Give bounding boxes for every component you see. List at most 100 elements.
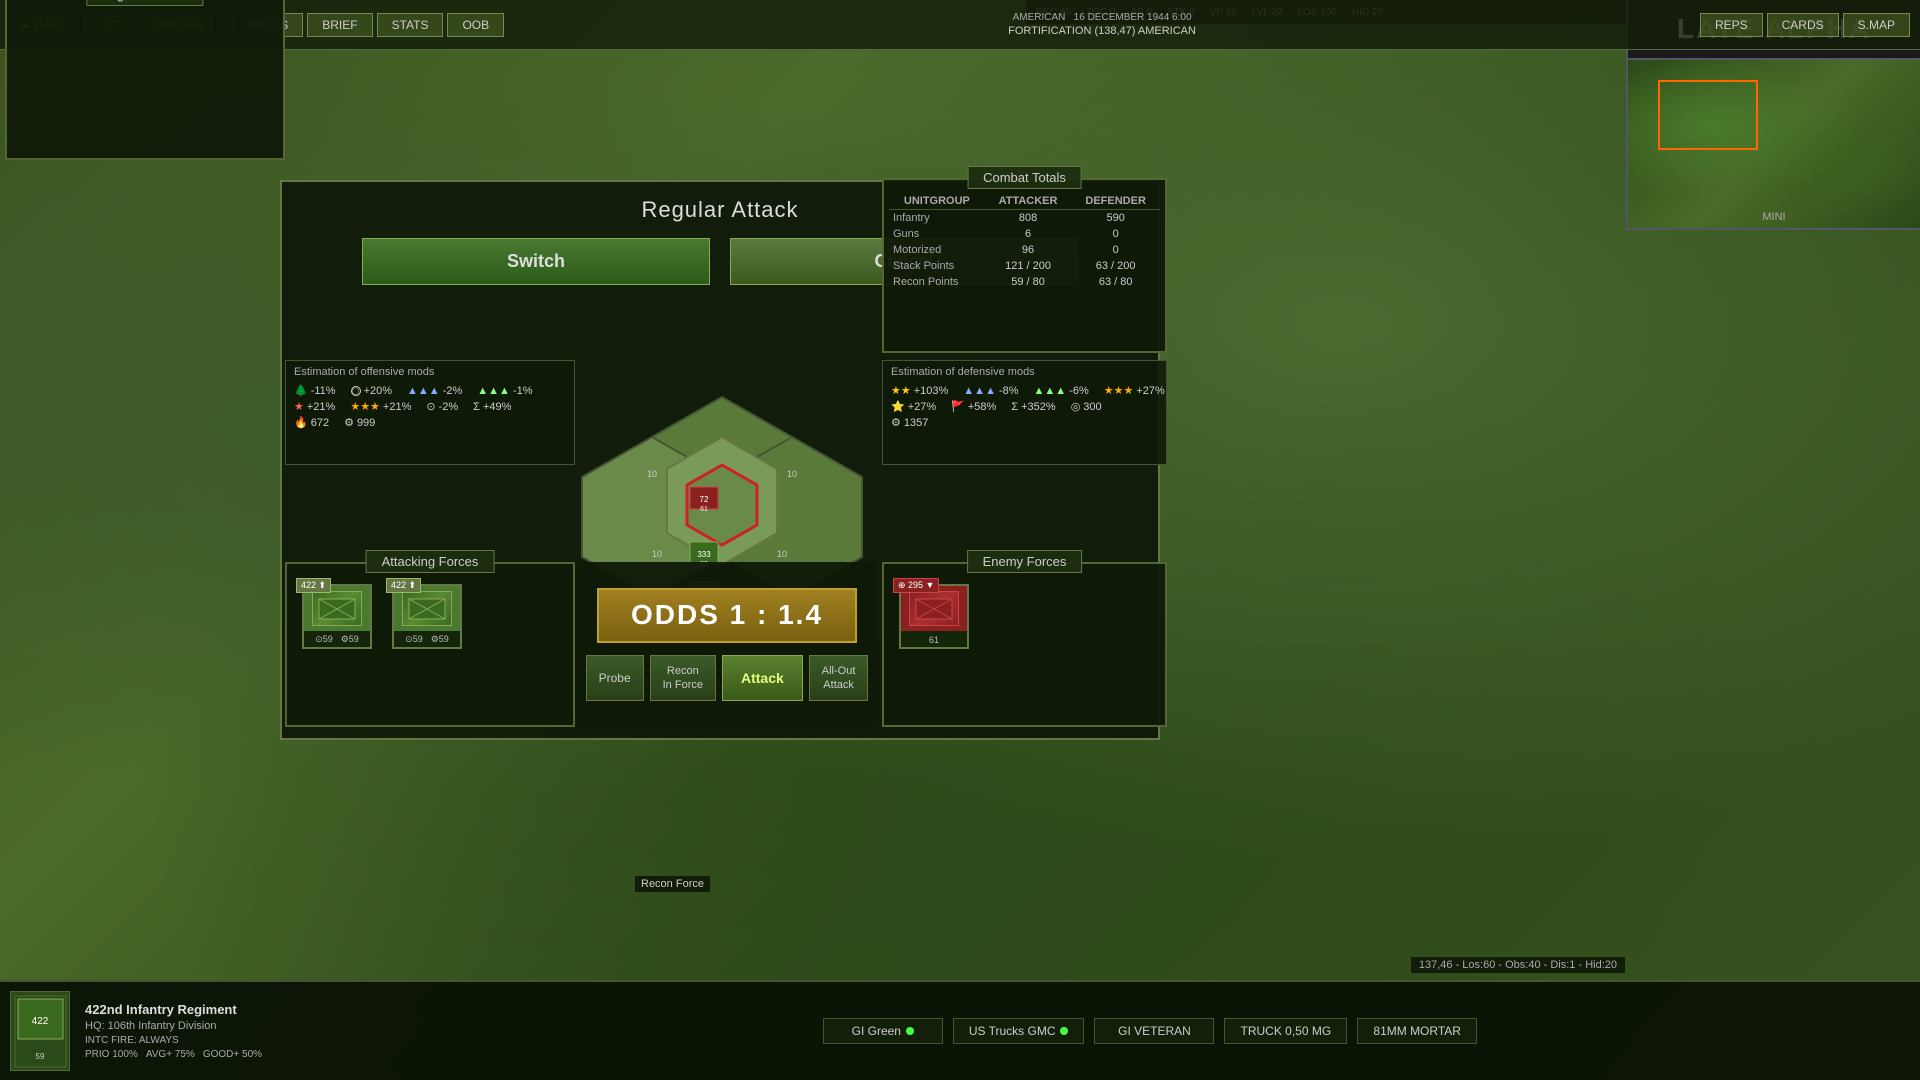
us-trucks-value: US Trucks GMC [969, 1024, 1069, 1038]
row-guns-label: Guns [889, 226, 985, 242]
unit1-stat2: ⚙59 [341, 634, 359, 645]
svg-text:10: 10 [647, 469, 657, 479]
svg-text:333: 333 [697, 550, 711, 559]
mortar-item: 81MM MORTAR [1357, 1018, 1477, 1044]
svg-text:72: 72 [700, 495, 709, 504]
table-row: Stack Points 121 / 200 63 / 200 [889, 258, 1160, 274]
est-defensive-row2: ⭐ +27% 🚩 +58% Σ +352% ◎ 300 [891, 400, 1158, 413]
combat-totals-panel: Combat Totals UNITGROUP ATTACKER DEFENDE… [882, 178, 1167, 353]
est-offensive-row2: ★ +21% ★★★ +21% ⊙ -2% Σ +49% [294, 400, 566, 413]
us-trucks-label: US Trucks GMC [969, 1024, 1056, 1038]
unit2-portrait [402, 591, 452, 626]
minimap-viewport-rect [1658, 80, 1758, 150]
tri-def-modifier1: ▲▲▲ -8% [963, 384, 1018, 397]
boot-icon: ⚙ [344, 416, 354, 429]
odds-text: ODDS 1 : 1.4 [631, 599, 823, 631]
est-offensive-row3: 🔥 672 ⚙ 999 [294, 416, 566, 429]
row-stack-attacker: 121 / 200 [985, 258, 1072, 274]
recon-force-label: Recon Force [635, 876, 710, 892]
odds-display-box: ODDS 1 : 1.4 [597, 588, 857, 643]
us-trucks-dot [1060, 1027, 1068, 1035]
tri-modifier1: ▲▲▲ -2% [407, 384, 462, 397]
est-defensive-row3: ⚙ 1357 [891, 416, 1158, 429]
probe-button[interactable]: Probe [586, 655, 644, 702]
triangle-icon1: ▲▲▲ [407, 385, 440, 397]
topbar-center: AMERICAN 16 DECEMBER 1944 6:00 FORTIFICA… [514, 12, 1690, 37]
topbar: ☁ Overc. ○ 0 °C ☀ Morning PREFS BRIEF ST… [0, 0, 1920, 50]
oob-button[interactable]: OOB [447, 13, 504, 37]
smap-button[interactable]: S.MAP [1843, 13, 1910, 37]
star-modifier: ★★★ +21% [350, 400, 411, 413]
row-infantry-label: Infantry [889, 210, 985, 227]
fortification-display: FORTIFICATION (138,47) AMERICAN [514, 25, 1690, 37]
row-motorized-defender: 0 [1071, 242, 1160, 258]
boot2-icon: ⚙ [891, 416, 901, 429]
table-row: Infantry 808 590 [889, 210, 1160, 227]
bottom-bar: 422 59 422nd Infantry Regiment HQ: 106th… [0, 980, 1920, 1080]
brief-button[interactable]: BRIEF [307, 13, 372, 37]
star3-def-modifier: ★★★ +27% [1104, 384, 1165, 397]
gi-veteran-item: GI VETERAN [1094, 1018, 1214, 1044]
svg-text:422: 422 [31, 1016, 48, 1027]
sum-def-icon: Σ [1011, 401, 1018, 413]
table-row: Guns 6 0 [889, 226, 1160, 242]
combat-table: UNITGROUP ATTACKER DEFENDER Infantry 808… [884, 188, 1165, 295]
truck-mg-value: TRUCK 0,50 MG [1240, 1024, 1331, 1038]
est-offensive-title: Estimation of offensive mods [294, 366, 566, 378]
col-unitgroup: UNITGROUP [889, 193, 985, 210]
svg-text:10: 10 [787, 469, 797, 479]
unit-bottom-stats2: PRIO 100% AVG+ 75% GOOD+ 50% [85, 1049, 262, 1060]
truck-mg-item: TRUCK 0,50 MG [1224, 1018, 1347, 1044]
tri-def-icon2: ▲▲▲ [1034, 385, 1067, 397]
unit2-stat1: ⊙59 [405, 634, 423, 645]
allout-attack-button[interactable]: All-Out Attack [809, 655, 869, 702]
cards-button[interactable]: CARDS [1767, 13, 1839, 37]
circle-modifier: ◯ +20% [351, 384, 392, 397]
reps-button[interactable]: REPS [1700, 13, 1763, 37]
attacking-units-container: 422 ⬆ ⊙59 ⚙59 422 ⬆ [287, 564, 573, 669]
attacking-unit-2[interactable]: 422 ⬆ ⊙59 ⚙59 [392, 584, 462, 649]
unit1-badge: 422 ⬆ [296, 578, 331, 593]
fire-value: 🔥 672 [294, 416, 329, 429]
eligible-forces-panel: Eligible Forces [5, 0, 285, 160]
unit2-badge: 422 ⬆ [386, 578, 421, 593]
tri-modifier2: ▲▲▲ -1% [477, 384, 532, 397]
attack-button[interactable]: Attack [722, 655, 803, 702]
unit-hq: HQ: 106th Infantry Division [85, 1020, 262, 1032]
tri-def-icon1: ▲▲▲ [963, 385, 996, 397]
row-infantry-attacker: 808 [985, 210, 1072, 227]
flag-modifier: 🚩 +58% [951, 400, 996, 413]
recon-in-force-button[interactable]: Recon In Force [650, 655, 716, 702]
table-row: Motorized 96 0 [889, 242, 1160, 258]
tree-modifier: 🌲 -11% [294, 384, 336, 397]
date-display: AMERICAN 16 DECEMBER 1944 6:00 [514, 12, 1690, 23]
combat-totals-header: Combat Totals [967, 166, 1082, 189]
gi-green-value: GI Green [839, 1024, 927, 1038]
row-guns-defender: 0 [1071, 226, 1160, 242]
gi-green-item: GI Green [823, 1018, 943, 1044]
gi-green-dot [906, 1027, 914, 1035]
enemy-unit-1[interactable]: ⊕ 295 ▼ 61 [899, 584, 969, 649]
unit-info: 422 59 422nd Infantry Regiment HQ: 106th… [0, 986, 380, 1076]
stats-button[interactable]: STATS [377, 13, 444, 37]
eligible-forces-header: Eligible Forces [86, 0, 203, 6]
tri-def-modifier2: ▲▲▲ -6% [1034, 384, 1089, 397]
circle2-icon: ◎ [1071, 400, 1081, 413]
star3-icon: ★★★ [350, 400, 380, 413]
unit-bottom-stats1: INTC FIRE: ALWAYS [85, 1035, 262, 1046]
unit-stat-avg: AVG+ 75% [146, 1049, 195, 1060]
tree-icon: 🌲 [294, 384, 308, 397]
odds-panel: ODDS 1 : 1.4 Probe Recon In Force Attack… [577, 562, 877, 727]
svg-text:61: 61 [700, 506, 708, 513]
svg-text:10: 10 [777, 549, 787, 559]
boot-value: ⚙ 999 [344, 416, 375, 429]
unit1-portrait [312, 591, 362, 626]
unit1-stat1: ⊙59 [315, 634, 333, 645]
row-recon-defender: 63 / 80 [1071, 274, 1160, 290]
truck-mg-label: TRUCK 0,50 MG [1240, 1024, 1331, 1038]
est-offensive-row1: 🌲 -11% ◯ +20% ▲▲▲ -2% ▲▲▲ -1% [294, 384, 566, 397]
row-recon-label: Recon Points [889, 274, 985, 290]
row-guns-attacker: 6 [985, 226, 1072, 242]
attacking-unit-1[interactable]: 422 ⬆ ⊙59 ⚙59 [302, 584, 372, 649]
row-infantry-defender: 590 [1071, 210, 1160, 227]
